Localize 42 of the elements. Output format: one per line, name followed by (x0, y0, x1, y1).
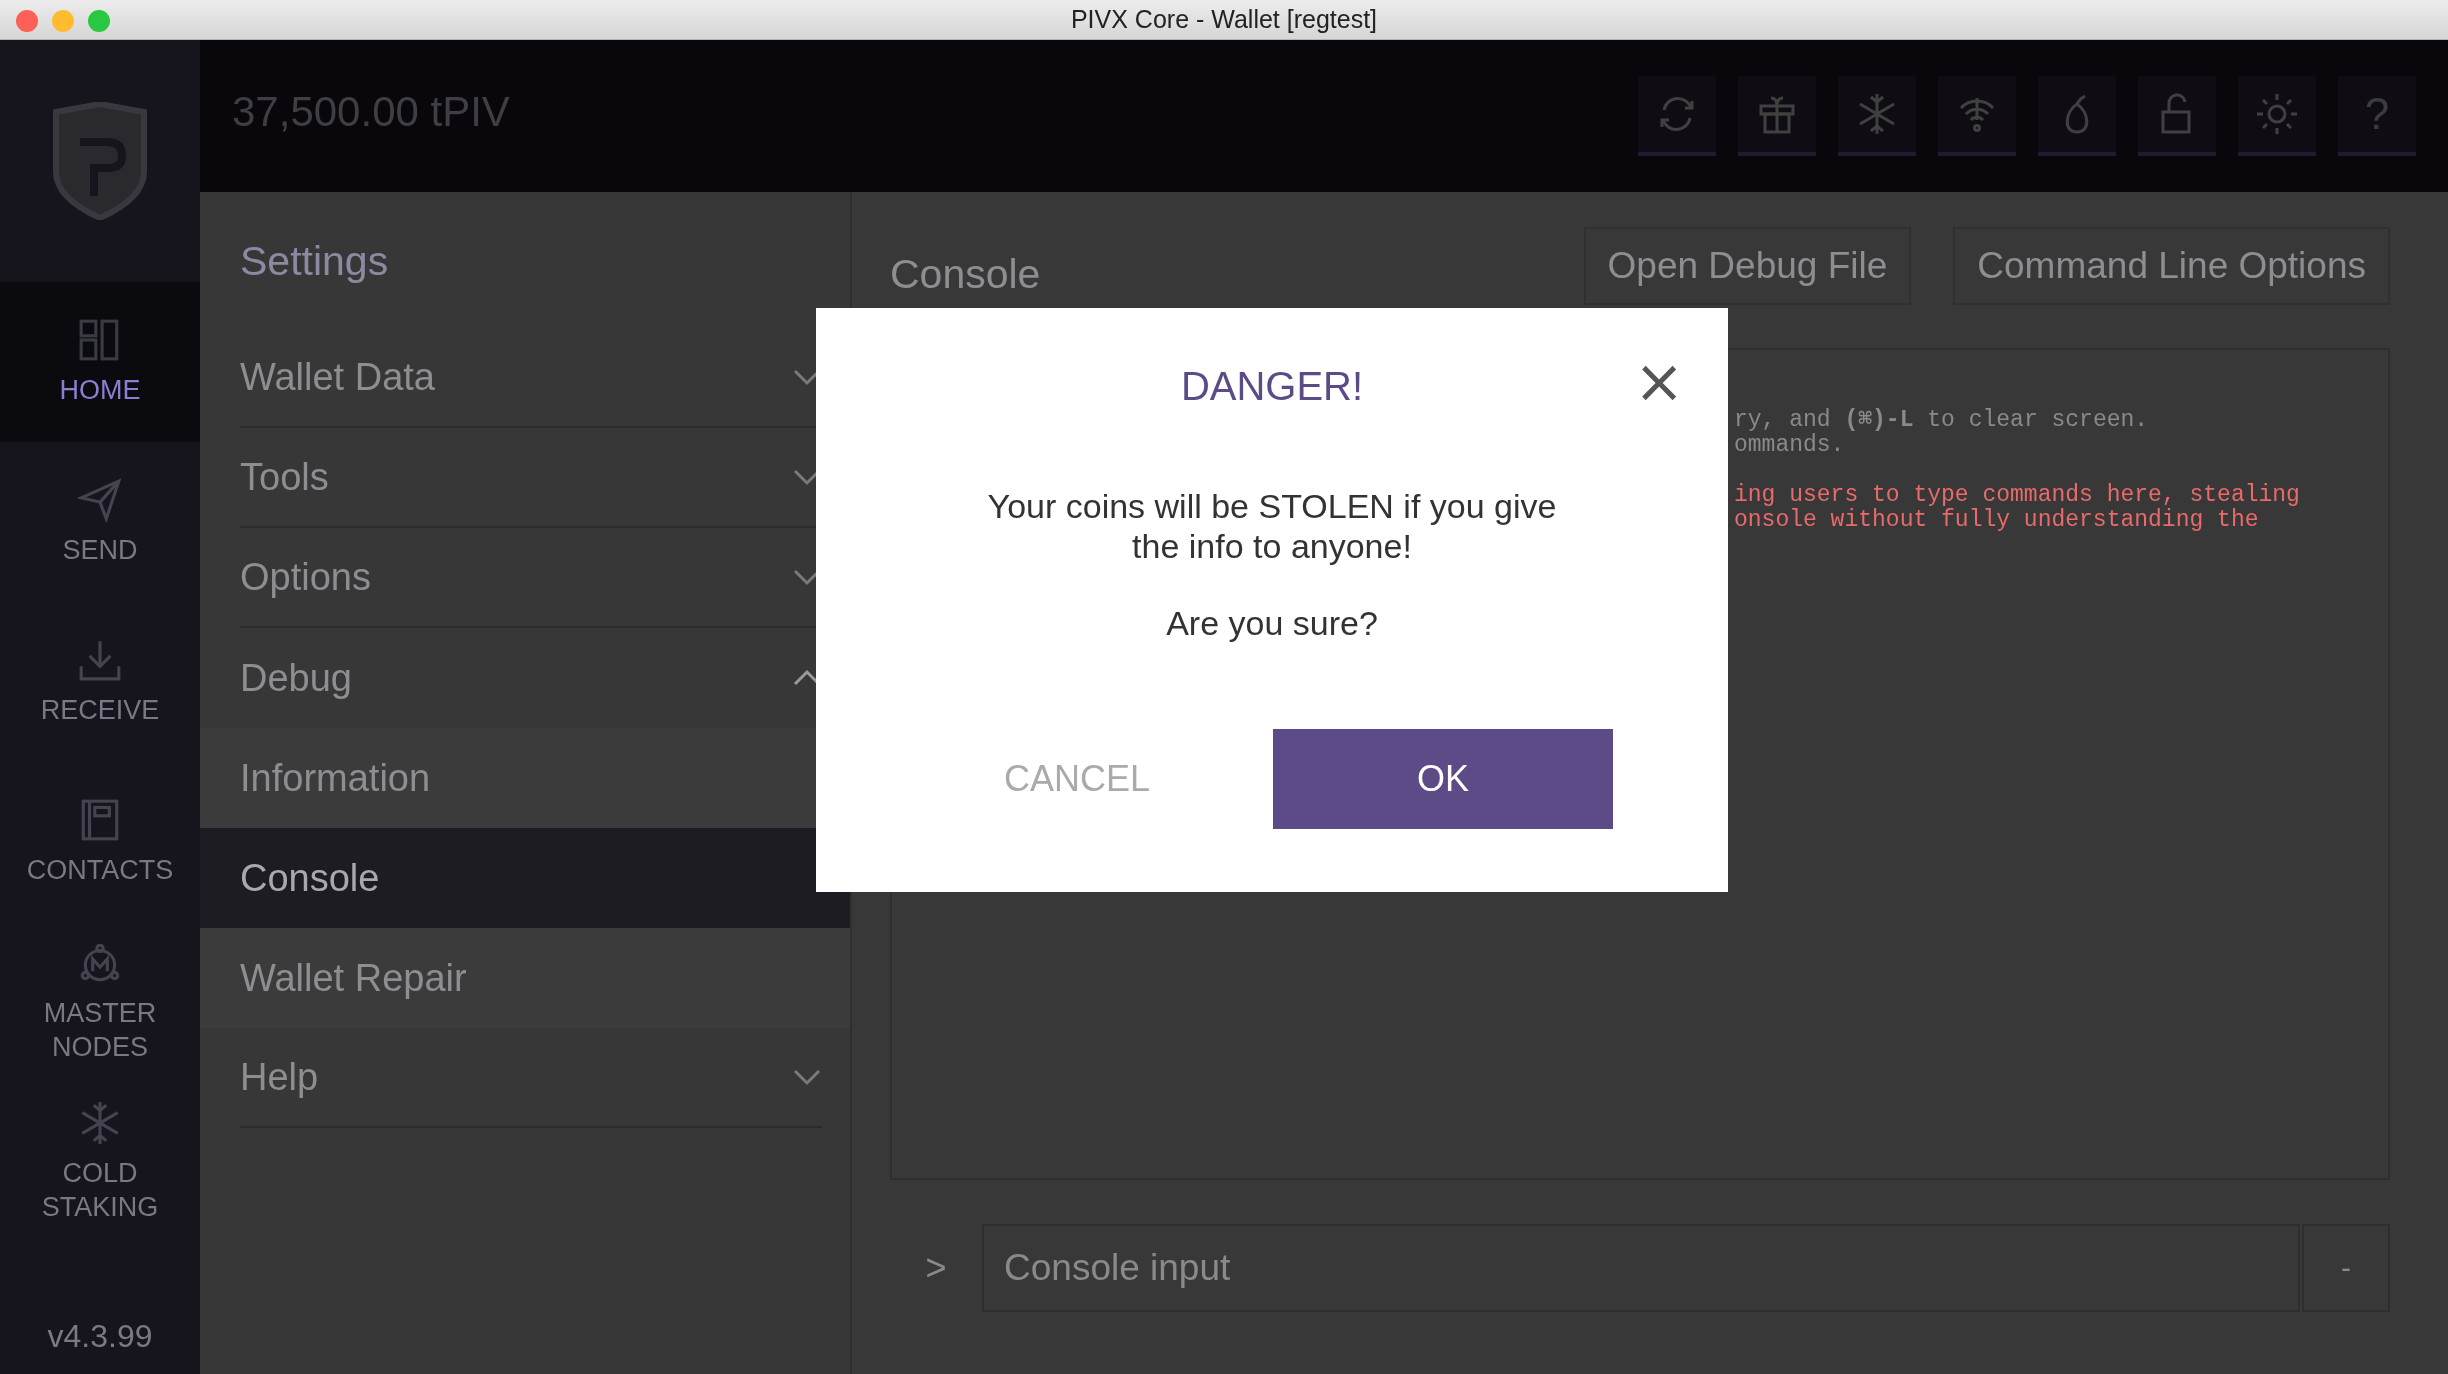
prompt-chevron: > (924, 1247, 948, 1289)
dialog-question: Are you sure? (1166, 604, 1378, 643)
nav-item[interactable]: MASTER NODES (0, 922, 200, 1082)
wifi-button[interactable] (1938, 76, 2016, 156)
console-line: onsole without fully understanding the (1734, 508, 2260, 533)
ok-button[interactable]: OK (1273, 729, 1613, 829)
minimize-window-button[interactable] (52, 10, 74, 32)
version-label: v4.3.99 (46, 1316, 154, 1356)
sun-icon (2255, 92, 2299, 136)
settings-section[interactable]: Help (240, 1028, 822, 1128)
cancel-button[interactable]: CANCEL (981, 757, 1173, 801)
settings-title: Settings (239, 238, 390, 286)
nav-item[interactable]: CONTACTS (0, 762, 200, 922)
unlock-button[interactable] (2138, 76, 2216, 156)
settings-item[interactable]: Console (200, 828, 850, 928)
nav-item[interactable]: SEND (0, 442, 200, 602)
zoom-window-button[interactable] (88, 10, 110, 32)
gift-button[interactable] (1738, 76, 1816, 156)
sync-button[interactable] (1638, 76, 1716, 156)
send-icon (77, 477, 123, 523)
shield-logo-icon (50, 102, 150, 220)
window-title: PIVX Core - Wallet [regtest] (1070, 5, 1378, 34)
header-button[interactable]: Command Line Options (1953, 227, 2390, 305)
console-line: ommands. (1734, 433, 1846, 458)
console-title: Console (890, 249, 1042, 298)
console-line: ing users to type commands here, stealing (1734, 483, 2301, 508)
settings-section[interactable]: Debug (240, 628, 822, 728)
sun-button[interactable] (2238, 76, 2316, 156)
dialog-message: Your coins will be STOLEN if you give the info to anyone! (986, 486, 1558, 566)
nav-item[interactable]: COLD STAKING (0, 1082, 200, 1242)
console-input-field[interactable]: Console input (982, 1224, 2300, 1312)
nav-item[interactable]: RECEIVE (0, 602, 200, 762)
console-line: ry, and (⌘)-L to clear screen. (1734, 408, 2150, 433)
nav-item[interactable]: HOME (0, 282, 200, 442)
settings-item[interactable]: Wallet Repair (200, 928, 850, 1028)
dialog-title: DANGER! (1180, 364, 1364, 410)
snowflake-button[interactable] (1838, 76, 1916, 156)
balance-amount: 37,500.00 tPIV (232, 88, 511, 137)
close-button[interactable]: × (1634, 360, 1676, 402)
clear-button[interactable]: - (2302, 1224, 2390, 1312)
close-window-button[interactable] (16, 10, 38, 32)
header-button[interactable]: Open Debug File (1583, 227, 1912, 305)
